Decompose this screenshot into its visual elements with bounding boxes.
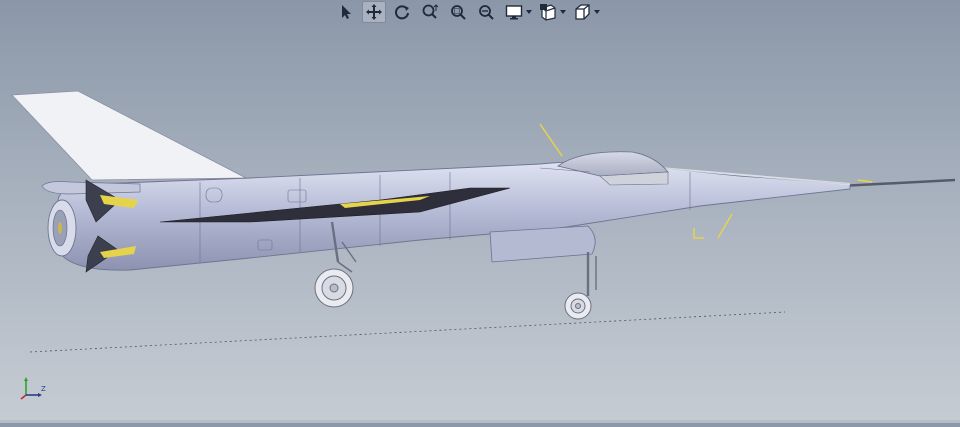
section-view-dropdown[interactable] (560, 1, 566, 23)
zoom-tool-button[interactable] (418, 1, 442, 23)
zoom-fit-icon (479, 5, 494, 20)
select-arrow-icon (342, 5, 351, 19)
section-view-icon (540, 4, 556, 21)
pitot-probe (839, 178, 956, 188)
vertical-tail (11, 90, 247, 181)
view-orientation-icon (575, 4, 590, 20)
antenna-upper (539, 123, 563, 157)
display-mode-icon (505, 5, 523, 20)
view-orientation-dropdown[interactable] (594, 1, 600, 23)
chevron-down-icon (560, 10, 566, 14)
zoom-icon (422, 4, 439, 19)
ventral-pod (489, 225, 596, 263)
pan-tool-button[interactable] (362, 1, 386, 23)
chevron-down-icon (594, 10, 600, 14)
chevron-down-icon (526, 10, 532, 14)
triad-axis-label: Z (41, 385, 46, 393)
zoom-window-button[interactable] (446, 1, 470, 23)
ground-reference-line (29, 311, 786, 353)
section-view-button[interactable] (536, 1, 560, 23)
zoom-fit-button[interactable] (474, 1, 498, 23)
display-mode-button[interactable] (502, 1, 526, 23)
graphics-viewport[interactable] (0, 0, 960, 423)
aircraft-model[interactable] (0, 0, 960, 423)
select-tool-button[interactable] (334, 1, 358, 23)
rotate-icon (395, 5, 409, 20)
rotate-tool-button[interactable] (390, 1, 414, 23)
pan-icon (366, 4, 382, 20)
zoom-window-icon (451, 5, 466, 20)
nose-landing-gear (564, 252, 597, 320)
antenna-lower (717, 213, 733, 239)
display-mode-dropdown[interactable] (526, 1, 532, 23)
heads-up-view-toolbar (334, 0, 600, 24)
view-orientation-button[interactable] (570, 1, 594, 23)
